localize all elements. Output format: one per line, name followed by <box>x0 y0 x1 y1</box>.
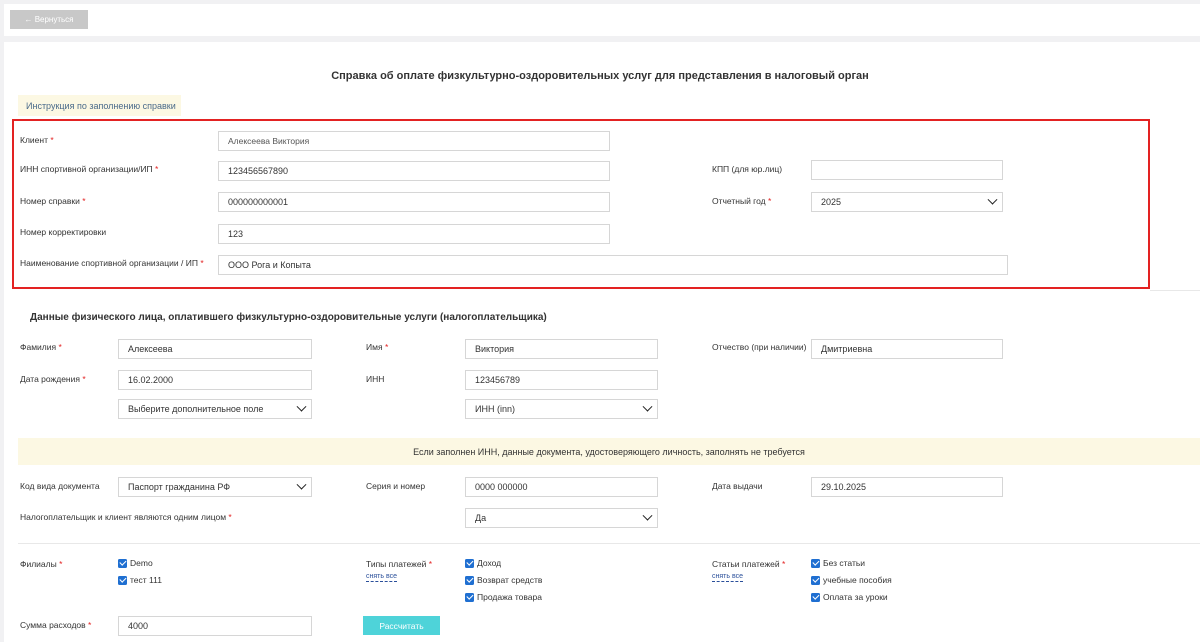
back-button[interactable]: ← Вернуться <box>10 10 88 29</box>
top-bar: ← Вернуться <box>4 4 1200 36</box>
extra-field-select[interactable]: Выберите дополнительное поле <box>118 399 312 419</box>
same-person-select-value: Да <box>475 513 487 523</box>
birth-date-label: Дата рождения * <box>20 374 86 384</box>
inn-org-label: ИНН спортивной организации/ИП * <box>20 164 159 174</box>
inn-type-select[interactable]: ИНН (inn) <box>465 399 658 419</box>
checkbox-checked-icon[interactable] <box>465 592 474 602</box>
chevron-down-icon <box>642 401 653 412</box>
checkbox-checked-icon[interactable] <box>118 575 127 585</box>
calculate-button[interactable]: Рассчитать <box>363 616 440 635</box>
client-label: Клиент * <box>20 135 54 145</box>
year-label: Отчетный год * <box>712 196 772 206</box>
series-number-label: Серия и номер <box>366 481 426 491</box>
same-person-select[interactable]: Да <box>465 508 658 528</box>
patronymic-input[interactable]: Дмитриевна <box>811 339 1003 359</box>
chevron-down-icon <box>296 479 307 490</box>
first-name-label: Имя * <box>366 342 389 352</box>
issue-date-input[interactable]: 29.10.2025 <box>811 477 1003 497</box>
inn-type-select-value: ИНН (inn) <box>475 404 515 414</box>
chevron-down-icon <box>296 401 307 412</box>
extra-field-select-value: Выберите дополнительное поле <box>128 404 264 414</box>
instruction-link[interactable]: Инструкция по заполнению справки <box>18 95 181 116</box>
kpp-label: КПП (для юр.лиц) <box>712 164 783 174</box>
correction-input[interactable]: 123 <box>218 224 610 244</box>
first-name-input[interactable]: Виктория <box>465 339 658 359</box>
series-number-input[interactable]: 0000 000000 <box>465 477 658 497</box>
payment-type-checkbox[interactable]: Возврат средств <box>465 575 542 585</box>
checkbox-checked-icon[interactable] <box>811 592 820 602</box>
same-person-label: Налогоплательщик и клиент являются одним… <box>20 512 232 522</box>
payment-type-checkbox[interactable]: Продажа товара <box>465 592 542 602</box>
payment-types-label: Типы платежей * <box>366 559 433 569</box>
payment-item-checkbox[interactable]: Оплата за уроки <box>811 592 888 602</box>
payment-items-label: Статьи платежей * <box>712 559 786 569</box>
year-select[interactable]: 2025 <box>811 192 1003 212</box>
checkbox-checked-icon[interactable] <box>811 558 820 568</box>
page-title: Справка об оплате физкультурно-оздоровит… <box>331 70 869 82</box>
payment-items-unselect-link[interactable]: снять все <box>712 572 743 582</box>
checkbox-checked-icon[interactable] <box>465 558 474 568</box>
expenses-input[interactable]: 4000 <box>118 616 312 636</box>
cert-number-label: Номер справки * <box>20 196 86 206</box>
branch-checkbox-test[interactable]: тест 111 <box>118 575 162 585</box>
year-select-value: 2025 <box>821 197 842 207</box>
divider <box>18 543 1200 544</box>
payment-item-checkbox[interactable]: учебные пособия <box>811 575 892 585</box>
inn-notice: Если заполнен ИНН, данные документа, удо… <box>18 438 1200 465</box>
birth-date-input[interactable]: 16.02.2000 <box>118 370 312 390</box>
doc-type-select[interactable]: Паспорт гражданина РФ <box>118 477 312 497</box>
payment-types-unselect-link[interactable]: снять все <box>366 572 397 582</box>
kpp-input[interactable] <box>811 160 1003 180</box>
inn-input[interactable]: 123456789 <box>465 370 658 390</box>
last-name-input[interactable]: Алексеева <box>118 339 312 359</box>
doc-type-label: Код вида документа <box>20 481 100 491</box>
org-name-label: Наименование спортивной организации / ИП… <box>20 258 204 268</box>
divider <box>1150 290 1200 291</box>
checkbox-checked-icon[interactable] <box>465 575 474 585</box>
cert-number-input[interactable]: 000000000001 <box>218 192 610 212</box>
checkbox-checked-icon[interactable] <box>118 558 127 568</box>
payer-section-title: Данные физического лица, оплатившего физ… <box>30 312 547 323</box>
payment-type-checkbox[interactable]: Доход <box>465 558 501 568</box>
last-name-label: Фамилия * <box>20 342 62 352</box>
branches-label: Филиалы * <box>20 559 63 569</box>
correction-label: Номер корректировки <box>20 227 107 237</box>
inn-label: ИНН <box>366 374 385 384</box>
chevron-down-icon <box>642 510 653 521</box>
org-name-input[interactable]: ООО Рога и Копыта <box>218 255 1008 275</box>
patronymic-label: Отчество (при наличии) <box>712 342 807 352</box>
doc-type-select-value: Паспорт гражданина РФ <box>128 482 231 492</box>
expenses-label: Сумма расходов * <box>20 620 92 630</box>
checkbox-checked-icon[interactable] <box>811 575 820 585</box>
inn-org-input[interactable]: 123456567890 <box>218 161 610 181</box>
chevron-down-icon <box>987 194 998 205</box>
issue-date-label: Дата выдачи <box>712 481 763 491</box>
client-input[interactable]: Алексеева Виктория <box>218 131 610 151</box>
branch-checkbox-demo[interactable]: Demo <box>118 558 153 568</box>
payment-item-checkbox[interactable]: Без статьи <box>811 558 865 568</box>
